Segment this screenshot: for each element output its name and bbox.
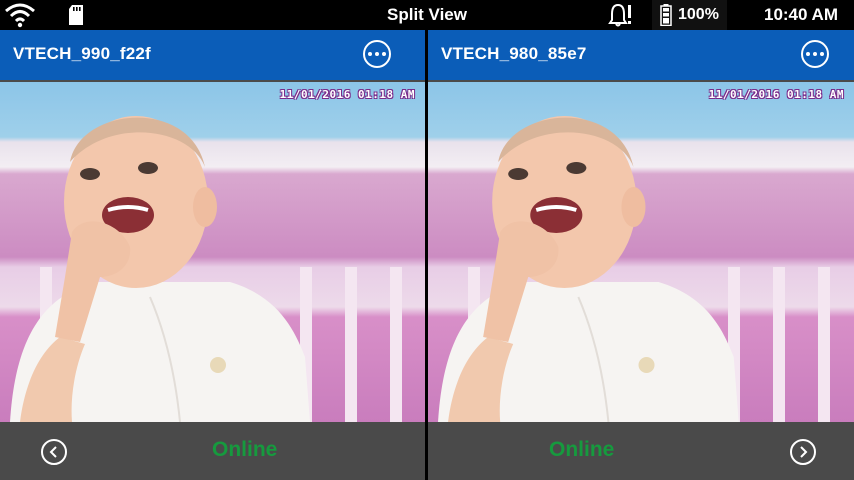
camera-status: Online <box>549 438 615 461</box>
alert-bell-icon <box>608 0 634 30</box>
more-options-button[interactable] <box>363 40 391 68</box>
chevron-left-icon <box>48 446 60 458</box>
camera-footer: Online <box>0 422 425 480</box>
camera-footer: Online <box>428 422 854 480</box>
next-button[interactable] <box>790 439 816 465</box>
camera-pane-right: VTECH_980_85e7 11/01/2016 01:18 AM Onlin… <box>428 30 854 480</box>
video-timestamp: 11/01/2016 01:18 AM <box>279 88 415 101</box>
baby-video-frame <box>438 116 739 422</box>
status-bar: Split View 100% 10:40 AM <box>0 0 854 30</box>
previous-button[interactable] <box>41 439 67 465</box>
camera-feed[interactable]: 11/01/2016 01:18 AM <box>428 82 854 422</box>
camera-status: Online <box>212 438 278 461</box>
camera-header: VTECH_990_f22f <box>0 30 425 80</box>
chevron-right-icon <box>797 446 809 458</box>
battery-level: 100% <box>678 6 719 23</box>
battery-icon <box>660 4 672 26</box>
baby-video-frame <box>10 116 310 422</box>
camera-name: VTECH_990_f22f <box>13 44 151 63</box>
video-timestamp: 11/01/2016 01:18 AM <box>708 88 844 101</box>
camera-header: VTECH_980_85e7 <box>428 30 854 80</box>
more-options-button[interactable] <box>801 40 829 68</box>
camera-feed[interactable]: 11/01/2016 01:18 AM <box>0 82 425 422</box>
camera-name: VTECH_980_85e7 <box>441 44 587 63</box>
battery-indicator: 100% <box>652 0 727 30</box>
camera-pane-left: VTECH_990_f22f 11/01/2016 01:18 AM Onlin… <box>0 30 425 480</box>
clock: 10:40 AM <box>763 5 838 24</box>
